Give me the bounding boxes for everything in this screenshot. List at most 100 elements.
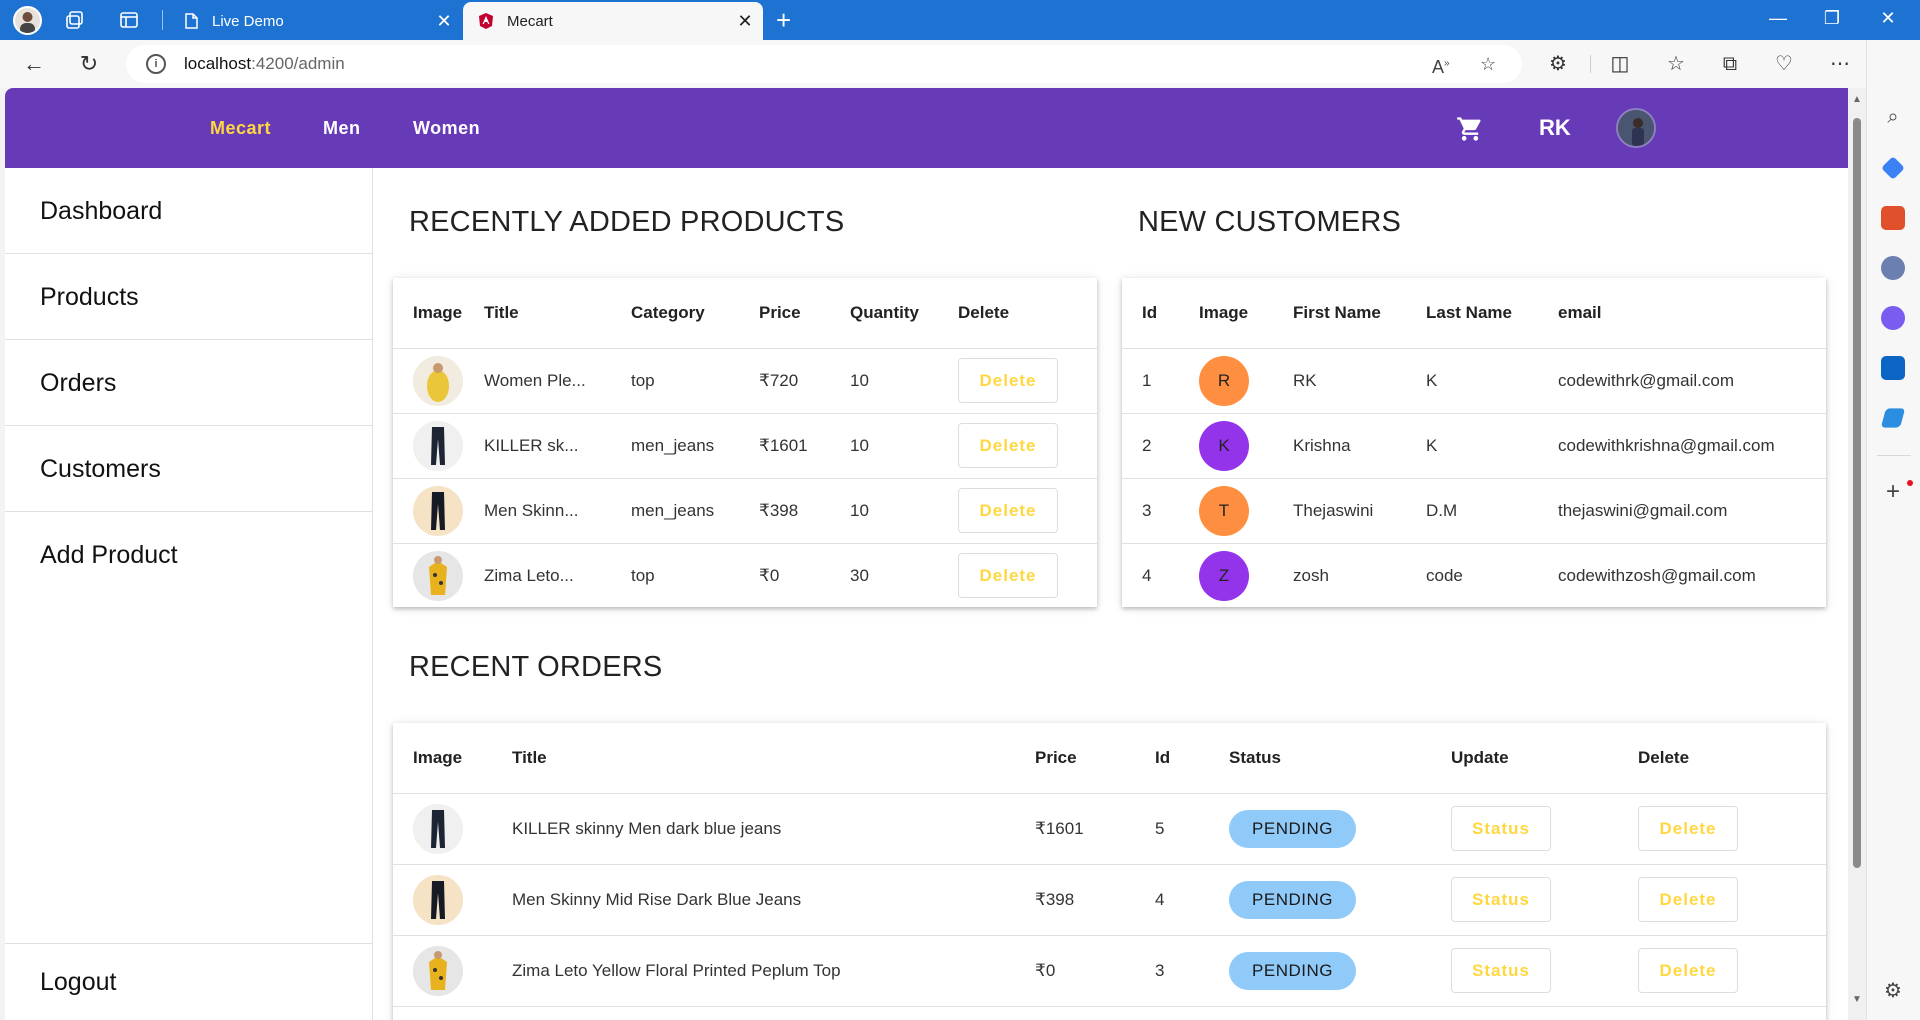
product-title: Women Ple... <box>484 348 631 414</box>
edge-sidebar: ⌕ + ⚙ <box>1866 40 1920 1020</box>
delete-product-button[interactable]: Delete <box>958 553 1058 599</box>
tab-live-demo[interactable]: Live Demo ✕ <box>168 2 462 40</box>
search-icon[interactable]: ⌕ <box>1881 106 1905 130</box>
site-info-icon[interactable]: i <box>146 54 166 74</box>
extensions-icon[interactable]: ⚙ <box>1544 50 1572 78</box>
address-toolbar: ← ↻ i localhost:4200/admin A» ☆ ⚙ ◫ ☆ ⧉ … <box>0 40 1920 88</box>
sidebar-item-products[interactable]: Products <box>5 254 373 340</box>
close-tab-icon[interactable]: ✕ <box>426 11 462 32</box>
brand-link[interactable]: Mecart <box>210 88 271 168</box>
cart-icon[interactable] <box>1455 115 1485 143</box>
product-category: men_jeans <box>631 413 759 479</box>
tools-icon[interactable] <box>1881 206 1905 230</box>
notification-dot <box>1907 480 1913 486</box>
tab-mecart[interactable]: Mecart ✕ <box>463 2 763 40</box>
col-header: Category <box>631 278 759 349</box>
microsoft-365-icon[interactable] <box>1881 306 1905 330</box>
favorite-star-icon[interactable]: ☆ <box>1480 45 1496 83</box>
top-navbar: Mecart Men Women RK <box>5 88 1848 168</box>
page-scrollbar[interactable]: ▲ ▼ <box>1848 88 1866 1020</box>
sidebar-item-dashboard[interactable]: Dashboard <box>5 168 373 254</box>
workspaces-icon[interactable] <box>64 9 86 31</box>
new-tab-icon[interactable]: + <box>776 7 791 33</box>
delete-order-button[interactable]: Delete <box>1638 877 1738 922</box>
col-header: Id <box>1155 723 1229 794</box>
user-initials[interactable]: RK <box>1539 88 1571 168</box>
minimize-icon[interactable]: — <box>1766 8 1790 29</box>
close-window-icon[interactable]: ✕ <box>1876 8 1900 29</box>
nav-link-women[interactable]: Women <box>413 88 480 168</box>
order-id: 5 <box>1155 793 1229 865</box>
scroll-thumb[interactable] <box>1853 118 1861 868</box>
order-title: KILLER skinny Men dark blue jeans <box>512 793 1035 865</box>
favorites-icon[interactable]: ☆ <box>1662 50 1690 78</box>
recent-products-table: Image Title Category Price Quantity Dele… <box>393 278 1097 608</box>
product-thumbnail <box>413 550 463 601</box>
settings-gear-icon[interactable]: ⚙ <box>1881 978 1905 1002</box>
delete-order-button[interactable]: Delete <box>1638 948 1738 993</box>
delete-order-button[interactable]: Delete <box>1638 806 1738 851</box>
close-tab-icon[interactable]: ✕ <box>727 11 763 32</box>
table-row: Men Skinny Mid Rise Dark Blue Jeans ₹398… <box>393 864 1826 936</box>
split-screen-icon[interactable]: ◫ <box>1606 50 1634 78</box>
customer-email: codewithzosh@gmail.com <box>1558 565 1756 585</box>
angular-icon <box>479 13 493 29</box>
restore-icon[interactable]: ❐ <box>1820 8 1844 29</box>
col-header: Price <box>759 278 850 349</box>
customer-first-name: RK <box>1293 348 1426 414</box>
logout-button[interactable]: Logout <box>5 943 373 1020</box>
status-badge: PENDING <box>1229 951 1356 990</box>
sidebar-item-customers[interactable]: Customers <box>5 426 373 512</box>
status-badge: PENDING <box>1229 809 1356 848</box>
customer-email: thejaswini@gmail.com <box>1558 478 1826 544</box>
delete-product-button[interactable]: Delete <box>958 358 1058 403</box>
status-badge: PENDING <box>1229 880 1356 919</box>
product-thumbnail <box>413 874 463 925</box>
product-quantity: 10 <box>850 348 958 414</box>
read-aloud-icon[interactable]: A» <box>1432 45 1450 83</box>
table-row: Zima Leto... top ₹0 30 Delete <box>393 543 1097 608</box>
more-options-icon[interactable]: ⋯ <box>1826 50 1854 78</box>
customer-first-name: Thejaswini <box>1293 478 1426 544</box>
send-icon[interactable] <box>1880 408 1906 428</box>
scroll-down-icon[interactable]: ▼ <box>1852 994 1862 1005</box>
sidebar-item-add-product[interactable]: Add Product <box>5 512 373 598</box>
url-host: localhost <box>184 54 252 73</box>
col-header: Title <box>484 278 631 349</box>
games-icon[interactable] <box>1881 256 1905 280</box>
update-status-button[interactable]: Status <box>1451 948 1551 993</box>
product-price: ₹1601 <box>759 413 850 479</box>
sidebar-item-orders[interactable]: Orders <box>5 340 373 426</box>
outlook-icon[interactable] <box>1881 356 1905 380</box>
product-quantity: 10 <box>850 478 958 544</box>
collections-icon[interactable]: ⧉ <box>1716 50 1744 78</box>
user-avatar[interactable] <box>1616 108 1656 148</box>
nav-link-men[interactable]: Men <box>323 88 361 168</box>
toolbar-divider <box>1590 55 1591 73</box>
delete-product-button[interactable]: Delete <box>958 488 1058 533</box>
order-price: ₹0 <box>1035 935 1155 1007</box>
customer-last-name: K <box>1426 413 1558 479</box>
address-bar[interactable]: i localhost:4200/admin A» ☆ <box>126 45 1522 83</box>
shopping-tag-icon[interactable] <box>1881 156 1905 180</box>
table-row: Zima Leto Yellow Floral Printed Peplum T… <box>393 935 1826 1007</box>
scroll-up-icon[interactable]: ▲ <box>1852 94 1862 105</box>
profile-avatar[interactable] <box>13 6 42 35</box>
col-header: First Name <box>1293 278 1426 349</box>
col-header: Price <box>1035 723 1155 794</box>
table-row: KILLER sk... men_jeans ₹1601 10 Delete <box>393 413 1097 479</box>
delete-product-button[interactable]: Delete <box>958 423 1058 468</box>
customer-first-name: zosh <box>1293 565 1329 585</box>
update-status-button[interactable]: Status <box>1451 806 1551 851</box>
back-icon[interactable]: ← <box>20 50 48 78</box>
table-row: Women Ple... top ₹720 10 Delete <box>393 348 1097 414</box>
refresh-icon[interactable]: ↻ <box>75 50 103 78</box>
order-title: Zima Leto Yellow Floral Printed Peplum T… <box>512 935 1035 1007</box>
update-status-button[interactable]: Status <box>1451 877 1551 922</box>
col-header: Quantity <box>850 278 958 349</box>
add-icon[interactable]: + <box>1881 480 1905 504</box>
recent-products-title: RECENTLY ADDED PRODUCTS <box>409 206 845 238</box>
vertical-tabs-icon[interactable] <box>118 9 140 31</box>
browser-essentials-icon[interactable]: ♡ <box>1770 50 1798 78</box>
col-header: Delete <box>958 278 1097 349</box>
